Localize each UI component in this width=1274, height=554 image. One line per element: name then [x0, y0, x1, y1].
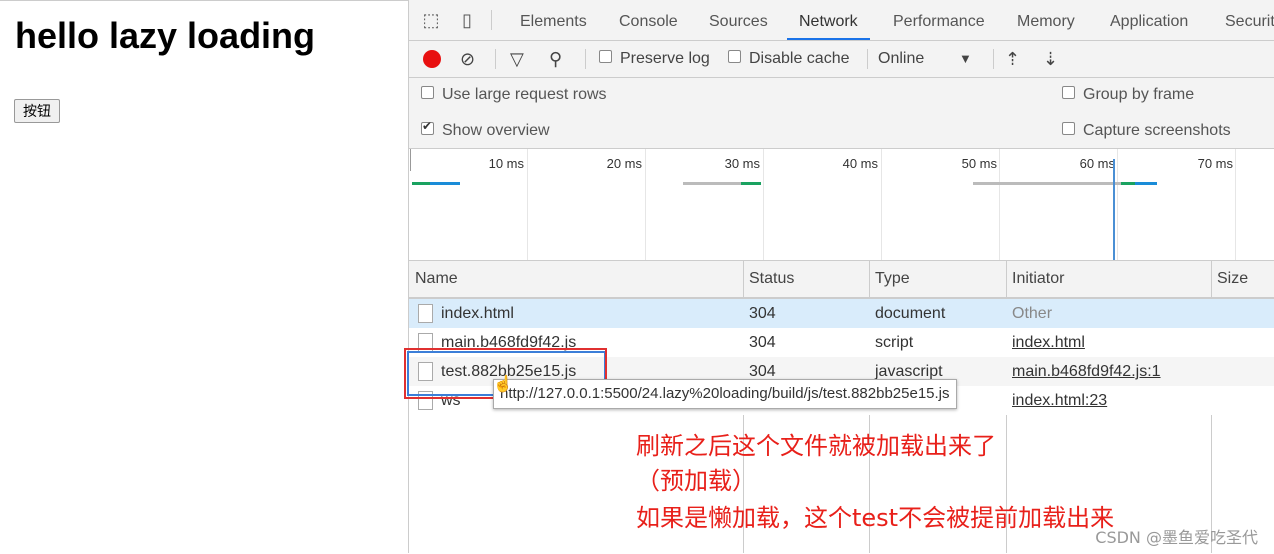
toolbar-divider: [585, 49, 586, 69]
column-status[interactable]: Status: [743, 261, 794, 297]
tabbar-divider: [491, 10, 492, 30]
page-heading: hello lazy loading: [15, 15, 316, 56]
tab-application[interactable]: Application: [1110, 0, 1188, 40]
url-tooltip: http://127.0.0.1:5500/24.lazy%20loading/…: [493, 379, 957, 409]
row-initiator-link[interactable]: index.html: [1012, 328, 1085, 357]
overview-tick: 10 ms: [488, 156, 524, 171]
checkbox-icon: [599, 50, 612, 64]
watermark: CSDN @墨鱼爱吃圣代: [1095, 528, 1258, 547]
tab-sources[interactable]: Sources: [709, 0, 768, 40]
row-name: index.html: [441, 305, 514, 322]
row-status: 304: [749, 334, 776, 351]
toolbar-divider: [495, 49, 496, 69]
page-viewport: hello lazy loading 按钮: [0, 0, 408, 554]
annotation-line-1: 刷新之后这个文件就被加载出来了: [636, 432, 996, 460]
overview-queue-bar: [973, 182, 1121, 185]
overview-tick: 60 ms: [1079, 156, 1115, 171]
annotation-line-2: （预加载）: [636, 467, 756, 495]
preserve-log-label: Preserve log: [620, 50, 710, 67]
overview-gridline: [1235, 149, 1236, 260]
checkbox-icon: [1062, 86, 1075, 100]
tab-security[interactable]: Securit: [1225, 0, 1274, 40]
network-settings: Use large request rows Show overview Gro…: [409, 78, 1274, 149]
filter-icon[interactable]: ▽: [510, 41, 524, 77]
overview-gridline: [527, 149, 528, 260]
import-har-icon[interactable]: ⇡: [1005, 41, 1020, 77]
chevron-down-icon[interactable]: ▼: [959, 41, 972, 77]
disable-cache-label: Disable cache: [749, 50, 850, 67]
overview-queue-bar: [683, 182, 741, 185]
column-size[interactable]: Size: [1211, 261, 1248, 297]
overview-waiting-bar: [741, 182, 761, 185]
toolbar-divider: [993, 49, 994, 69]
overview-load-marker: [1113, 159, 1115, 260]
row-initiator-link[interactable]: main.b468fd9f42.js:1: [1012, 357, 1161, 386]
overview-tick: 50 ms: [961, 156, 997, 171]
column-type[interactable]: Type: [869, 261, 910, 297]
overview-start-line: [410, 149, 411, 171]
row-initiator: Other: [1012, 305, 1053, 322]
devtools-panel: ⬚ ▯ Elements Console Sources Network Per…: [408, 0, 1274, 553]
inspect-element-icon[interactable]: ⬚: [421, 10, 441, 30]
search-icon[interactable]: ⚲: [549, 41, 562, 77]
network-toolbar: ⊘ ▽ ⚲ Preserve log Disable cache Online …: [409, 41, 1274, 78]
overview-gridline: [1117, 149, 1118, 260]
overview-download-bar: [1135, 182, 1157, 185]
device-toolbar-icon[interactable]: ▯: [457, 10, 477, 30]
overview-waiting-bar: [412, 182, 430, 185]
overview-gridline: [645, 149, 646, 260]
column-initiator[interactable]: Initiator: [1006, 261, 1064, 297]
overview-tick: 30 ms: [724, 156, 760, 171]
tab-network[interactable]: Network: [787, 0, 870, 40]
row-status: 304: [749, 305, 776, 322]
capture-screenshots-checkbox[interactable]: Capture screenshots: [1062, 122, 1231, 140]
capture-screenshots-label: Capture screenshots: [1083, 122, 1231, 139]
overview-tick: 40 ms: [842, 156, 878, 171]
throttle-select[interactable]: Online: [878, 41, 924, 77]
hand-cursor-icon: ☝: [493, 376, 513, 393]
tab-console[interactable]: Console: [619, 0, 678, 40]
overview-download-bar: [430, 182, 460, 185]
tab-performance[interactable]: Performance: [893, 0, 985, 40]
checkbox-icon: [1062, 122, 1075, 136]
checkbox-icon: [728, 50, 741, 64]
record-icon[interactable]: [423, 50, 441, 68]
checkbox-checked-icon: [421, 119, 434, 136]
overview-gridline: [763, 149, 764, 260]
row-type: document: [875, 305, 946, 322]
show-overview-checkbox[interactable]: Show overview: [421, 119, 550, 140]
row-initiator-link[interactable]: index.html:23: [1012, 386, 1107, 415]
preserve-log-checkbox[interactable]: Preserve log: [599, 41, 710, 77]
page-button[interactable]: 按钮: [14, 99, 60, 123]
annotation-line-3: 如果是懒加载，这个test不会被提前加载出来: [636, 504, 1115, 532]
overview-waiting-bar: [1121, 182, 1135, 185]
column-name[interactable]: Name: [409, 261, 458, 297]
large-rows-checkbox[interactable]: Use large request rows: [421, 86, 607, 104]
group-by-frame-label: Group by frame: [1083, 86, 1195, 103]
overview-tick: 20 ms: [606, 156, 642, 171]
clear-icon[interactable]: ⊘: [460, 41, 475, 77]
disable-cache-checkbox[interactable]: Disable cache: [728, 41, 850, 77]
tab-memory[interactable]: Memory: [1017, 0, 1075, 40]
group-by-frame-checkbox[interactable]: Group by frame: [1062, 86, 1194, 104]
export-har-icon[interactable]: ⇣: [1043, 41, 1058, 77]
devtools-tabbar: ⬚ ▯ Elements Console Sources Network Per…: [409, 0, 1274, 41]
large-rows-label: Use large request rows: [442, 86, 607, 103]
table-row[interactable]: index.html 304 document Other: [409, 299, 1274, 328]
checkbox-icon: [421, 86, 434, 100]
overview-gridline: [881, 149, 882, 260]
overview-tick: 70 ms: [1197, 156, 1233, 171]
overview-gridline: [999, 149, 1000, 260]
requests-table-header: Name Status Type Initiator Size: [409, 261, 1274, 299]
show-overview-label: Show overview: [442, 122, 550, 139]
toolbar-divider: [867, 49, 868, 69]
row-type: script: [875, 334, 914, 351]
network-overview[interactable]: 10 ms 20 ms 30 ms 40 ms 50 ms 60 ms 70 m…: [409, 149, 1274, 261]
tab-elements[interactable]: Elements: [520, 0, 587, 40]
document-file-icon: [418, 304, 433, 323]
